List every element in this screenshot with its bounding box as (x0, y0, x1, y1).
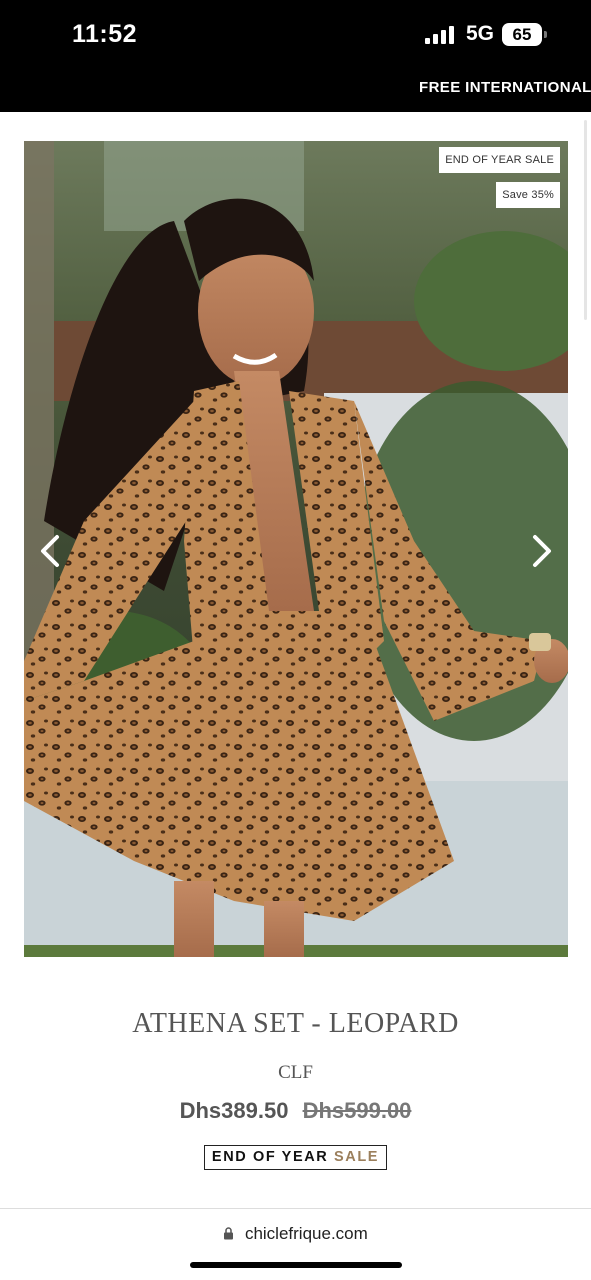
chevron-left-icon[interactable] (32, 531, 72, 571)
home-indicator[interactable] (190, 1262, 402, 1268)
network-type: 5G (466, 22, 495, 45)
sale-price: Dhs389.50 (179, 1098, 289, 1123)
sale-label: END OF YEAR SALE (204, 1145, 387, 1170)
lock-icon (223, 1225, 234, 1245)
scrollbar[interactable] (584, 120, 587, 320)
product-image[interactable]: END OF YEAR SALE Save 35% (24, 141, 568, 957)
save-badge: Save 35% (496, 182, 560, 208)
battery-tip (544, 31, 547, 38)
status-bar: 11:52 5G 65 (0, 0, 591, 70)
compare-price: Dhs599.00 (302, 1098, 412, 1123)
sale-label-main: END OF YEAR (211, 1149, 329, 1165)
sale-badge: END OF YEAR SALE (439, 147, 560, 173)
announcement-text[interactable]: FREE INTERNATIONAL (419, 79, 591, 96)
product-vendor[interactable]: CLF (0, 1062, 591, 1084)
product-photo (24, 141, 568, 957)
url-bar[interactable]: chiclefrique.com (0, 1224, 591, 1245)
price-row: Dhs389.50 Dhs599.00 (0, 1098, 591, 1124)
url-text[interactable]: chiclefrique.com (245, 1224, 368, 1243)
chevron-right-icon[interactable] (520, 531, 560, 571)
signal-icon (425, 26, 457, 44)
battery-icon: 65 (502, 23, 542, 46)
divider (0, 1208, 591, 1209)
announcement-bar: FREE INTERNATIONAL (0, 70, 591, 112)
product-title: ATHENA SET - LEOPARD (132, 1008, 459, 1039)
sale-label-accent: SALE (334, 1149, 380, 1165)
status-time: 11:52 (72, 20, 138, 48)
